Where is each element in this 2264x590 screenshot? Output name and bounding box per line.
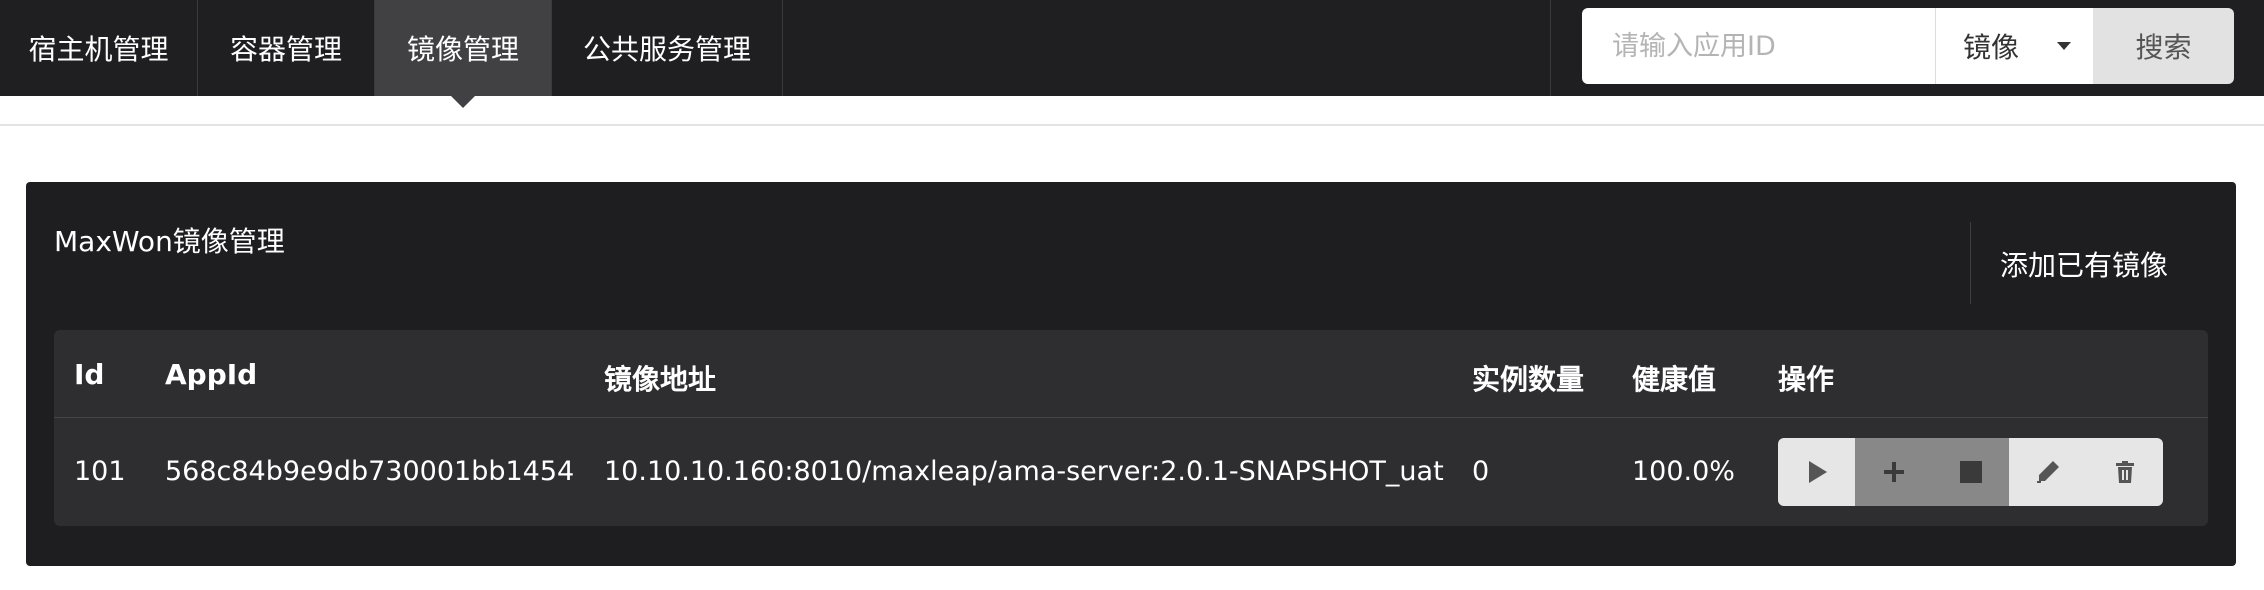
app-id-search-input[interactable] [1582,8,1935,84]
images-table: Id AppId 镜像地址 实例数量 健康值 操作 101 568c84b9e9… [54,330,2208,526]
nav-item-containers[interactable]: 容器管理 [198,0,375,96]
start-button[interactable] [1778,438,1855,506]
nav-item-label: 镜像管理 [406,33,519,66]
panel-title: MaxWon镜像管理 [54,225,285,258]
nav-divider [1550,0,1551,96]
add-instance-button[interactable] [1855,438,1932,506]
play-icon [1808,461,1827,483]
nav-item-images[interactable]: 镜像管理 [375,0,552,108]
column-header-image-address: 镜像地址 [604,363,717,396]
image-management-panel: MaxWon镜像管理 添加已有镜像 Id AppId 镜像地址 实例数量 健康值… [26,182,2236,566]
trash-icon [2115,461,2134,483]
pencil-icon [2036,461,2059,483]
stop-icon [1959,461,1982,483]
search-type-dropdown[interactable]: 镜像 [1935,8,2093,84]
add-existing-image-button[interactable]: 添加已有镜像 [2000,244,2168,284]
delete-button[interactable] [2086,438,2163,506]
column-header-appid: AppId [165,358,258,391]
column-header-health: 健康值 [1632,363,1717,396]
nav-item-hosts[interactable]: 宿主机管理 [0,0,198,96]
column-header-id: Id [74,358,105,391]
cell-image-address: 10.10.10.160:8010/maxleap/ama-server:2.0… [604,456,1444,487]
caret-down-icon [2057,42,2071,50]
cell-instance-count: 0 [1472,456,1490,487]
nav-item-label: 宿主机管理 [28,33,169,66]
column-header-actions: 操作 [1778,363,1835,396]
panel-divider [1970,222,1971,304]
cell-appid: 568c84b9e9db730001bb1454 [165,456,575,487]
nav-item-label: 公共服务管理 [582,33,751,66]
table-header: Id AppId 镜像地址 实例数量 健康值 操作 [54,330,2208,418]
column-header-instance-count: 实例数量 [1472,363,1585,396]
search-button[interactable]: 搜索 [2093,8,2234,84]
search-group: 镜像 搜索 [1582,8,2234,84]
sub-header-strip [0,96,2264,126]
plus-icon [1883,462,1904,482]
top-navbar: 宿主机管理 容器管理 镜像管理 公共服务管理 镜像 搜索 [0,0,2264,108]
cell-id: 101 [74,456,126,487]
nav-item-public-services[interactable]: 公共服务管理 [552,0,783,96]
stop-button[interactable] [1932,438,2009,506]
nav-item-label: 容器管理 [229,33,342,66]
row-action-group [1778,438,2163,506]
main-nav: 宿主机管理 容器管理 镜像管理 公共服务管理 [0,0,783,108]
search-type-value: 镜像 [1963,31,2020,64]
edit-button[interactable] [2009,438,2086,506]
cell-health: 100.0% [1632,456,1735,487]
